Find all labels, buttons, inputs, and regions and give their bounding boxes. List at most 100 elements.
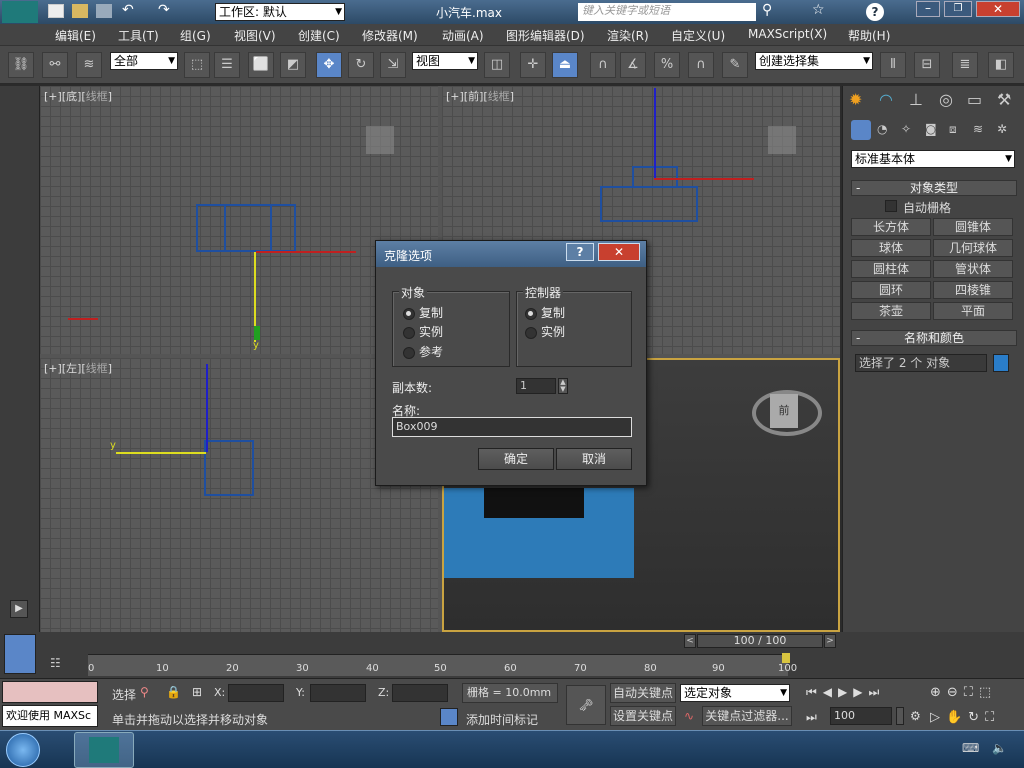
edit-named-selection-icon[interactable]: ✎ <box>722 52 748 78</box>
display-tab-icon[interactable]: ▭ <box>967 90 982 109</box>
angle-snap-icon[interactable]: ∡ <box>620 52 646 78</box>
maxscript-listener-white[interactable]: 欢迎使用 MAXSc <box>2 705 98 727</box>
pivot-center-icon[interactable]: ◫ <box>484 52 510 78</box>
minimize-button[interactable]: – <box>916 1 940 17</box>
time-tag-icon[interactable] <box>440 708 458 726</box>
workspace-select[interactable]: 工作区: 默认 <box>215 3 345 21</box>
tube-button[interactable]: 管状体 <box>933 260 1013 278</box>
layer-manager-icon[interactable]: ≣ <box>952 52 978 78</box>
undo-icon[interactable]: ↶ <box>122 2 134 18</box>
menu-rendering[interactable]: 渲染(R) <box>607 27 649 44</box>
time-slider[interactable]: 100 / 100 <box>697 634 823 648</box>
unlink-icon[interactable]: ⚯ <box>42 52 68 78</box>
x-coord-input[interactable] <box>228 684 284 702</box>
controller-instance-radio[interactable]: 实例 <box>525 325 565 339</box>
dialog-title-bar[interactable]: 克隆选项 ? ✕ <box>376 241 646 267</box>
rect-selection-icon[interactable]: ⬜ <box>248 52 274 78</box>
viewcube-icon[interactable] <box>366 126 394 154</box>
select-by-name-icon[interactable]: ☰ <box>214 52 240 78</box>
star-icon[interactable]: ☆ <box>812 2 825 18</box>
select-manipulate-icon[interactable]: ✛ <box>520 52 546 78</box>
new-file-icon[interactable] <box>48 4 64 18</box>
snaps-toggle-icon[interactable]: ∩ <box>590 52 616 78</box>
menu-view[interactable]: 视图(V) <box>234 27 276 44</box>
space-warps-icon[interactable]: ≋ <box>973 122 983 136</box>
select-move-icon[interactable]: ✥ <box>316 52 342 78</box>
current-frame-input[interactable]: 100 <box>830 707 892 725</box>
absolute-mode-icon[interactable]: ⊞ <box>192 685 202 699</box>
object-type-rollout[interactable]: - 对象类型 <box>851 180 1017 196</box>
trackbar[interactable]: 0 10 20 30 40 50 60 70 80 90 100 <box>88 653 797 676</box>
time-config-icon[interactable]: ⚙ <box>910 709 925 723</box>
current-frame-marker[interactable] <box>782 653 790 663</box>
selection-filter-select[interactable]: 全部 <box>110 52 178 70</box>
link-icon[interactable]: ⛓ <box>8 52 34 78</box>
geometry-category-select[interactable]: 标准基本体 <box>851 150 1015 168</box>
viewcube-front[interactable]: 前 <box>770 394 798 428</box>
hierarchy-tab-icon[interactable]: ⊥ <box>909 90 923 109</box>
redo-icon[interactable]: ↷ <box>158 2 170 18</box>
object-copy-radio[interactable]: 复制 <box>403 306 443 320</box>
key-filters-button[interactable]: 关键点过滤器... <box>702 706 792 726</box>
spinner-snap-icon[interactable]: ∩ <box>688 52 714 78</box>
dialog-close-button[interactable]: ✕ <box>598 243 640 261</box>
menu-customize[interactable]: 自定义(U) <box>671 27 725 44</box>
volume-icon[interactable]: 🔈 <box>992 741 1007 755</box>
close-button[interactable]: ✕ <box>976 1 1020 17</box>
set-key-icon[interactable]: 🗝 <box>566 685 606 725</box>
pyramid-button[interactable]: 四棱锥 <box>933 281 1013 299</box>
key-mode-select[interactable]: 选定对象 <box>680 684 790 702</box>
viewcube-icon[interactable] <box>768 126 796 154</box>
create-tab-icon[interactable]: ✹ <box>849 90 862 109</box>
controller-copy-radio[interactable]: 复制 <box>525 306 565 320</box>
shapes-icon[interactable]: ◔ <box>877 122 887 136</box>
select-scale-icon[interactable]: ⇲ <box>380 52 406 78</box>
pan-orbit-controls-icon[interactable]: ▷✋↻⛶ <box>930 710 1000 725</box>
copies-spinner-arrows[interactable]: ▲ ▼ <box>558 378 568 394</box>
name-color-rollout[interactable]: - 名称和颜色 <box>851 330 1017 346</box>
taskbar-3dsmax[interactable] <box>74 732 134 768</box>
keyboard-shortcut-icon[interactable]: ⏏ <box>552 52 578 78</box>
keyboard-icon[interactable]: ⌨ <box>962 741 979 755</box>
menu-graph-editors[interactable]: 图形编辑器(D) <box>506 27 585 44</box>
binoculars-icon[interactable]: ⚲ <box>762 2 772 18</box>
graphite-tools-icon[interactable]: ◧ <box>988 52 1014 78</box>
start-button[interactable] <box>6 733 40 767</box>
percent-snap-icon[interactable]: % <box>654 52 680 78</box>
align-icon[interactable]: ⊟ <box>914 52 940 78</box>
object-name-field[interactable]: 选择了 2 个 对象 <box>855 354 987 372</box>
cancel-button[interactable]: 取消 <box>556 448 632 470</box>
auto-key-button[interactable]: 自动关键点 <box>610 683 676 703</box>
save-icon[interactable] <box>96 4 112 18</box>
geosphere-button[interactable]: 几何球体 <box>933 239 1013 257</box>
window-crossing-icon[interactable]: ◩ <box>280 52 306 78</box>
viewport-label[interactable]: [+][前][线框] <box>446 88 514 104</box>
y-coord-input[interactable] <box>310 684 366 702</box>
ok-button[interactable]: 确定 <box>478 448 554 470</box>
maxscript-listener-pink[interactable] <box>2 681 98 703</box>
key-filter-icon[interactable]: ∿ <box>684 709 694 723</box>
x-axis-gizmo[interactable] <box>654 178 754 180</box>
app-logo[interactable] <box>2 1 38 23</box>
z-coord-input[interactable] <box>392 684 448 702</box>
menu-group[interactable]: 组(G) <box>180 27 211 44</box>
clone-name-input[interactable]: Box009 <box>392 417 632 437</box>
frame-spinner[interactable] <box>896 707 904 725</box>
viewport-label[interactable]: [+][左][线框] <box>44 360 112 376</box>
teapot-button[interactable]: 茶壶 <box>851 302 931 320</box>
sphere-button[interactable]: 球体 <box>851 239 931 257</box>
cone-button[interactable]: 圆锥体 <box>933 218 1013 236</box>
menu-help[interactable]: 帮助(H) <box>848 27 890 44</box>
menu-modifiers[interactable]: 修改器(M) <box>362 27 418 44</box>
key-mode-toggle-icon[interactable]: ⏭ <box>806 710 817 725</box>
y-axis-gizmo[interactable] <box>116 452 206 454</box>
named-selection-select[interactable]: 创建选择集 <box>755 52 873 70</box>
time-prev-arrow[interactable]: < <box>684 634 696 648</box>
maximize-button[interactable]: ❐ <box>944 1 972 17</box>
z-axis-gizmo[interactable] <box>206 364 208 452</box>
play-icon[interactable]: ▶ <box>10 600 28 618</box>
viewport-label[interactable]: [+][底][线框] <box>44 88 112 104</box>
utilities-tab-icon[interactable]: ⚒ <box>997 90 1011 109</box>
viewport-layout-icon[interactable] <box>4 634 36 674</box>
z-axis-gizmo[interactable] <box>654 88 656 178</box>
